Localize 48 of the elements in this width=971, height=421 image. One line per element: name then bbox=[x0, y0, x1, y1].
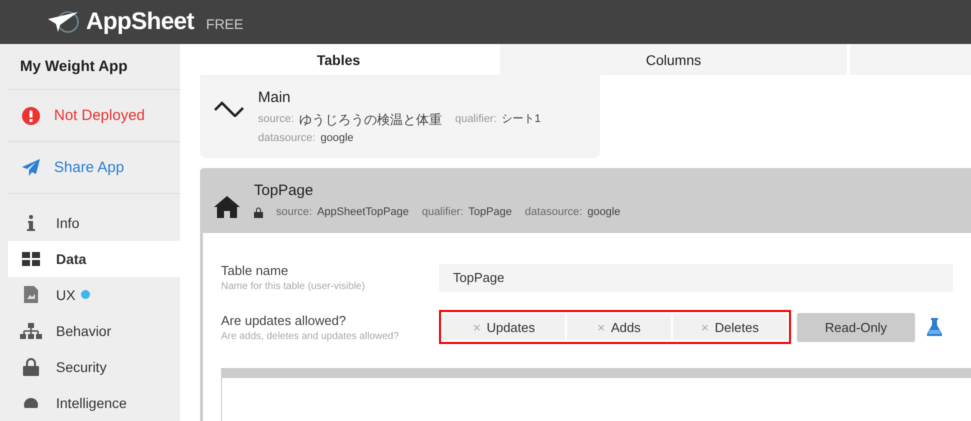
sidebar-item[interactable]: Behavior bbox=[8, 312, 180, 349]
toggle-option[interactable]: × Deletes bbox=[673, 314, 787, 340]
toggle-option[interactable]: × Adds bbox=[567, 314, 671, 340]
qualifier-value: TopPage bbox=[468, 205, 512, 220]
datasource-value: google bbox=[587, 205, 620, 220]
share-app-link[interactable]: Share App bbox=[54, 159, 124, 176]
source-label: source: bbox=[276, 205, 312, 220]
info-icon bbox=[27, 214, 35, 231]
paper-plane-logo-icon bbox=[48, 11, 80, 33]
field-hint: Are adds, deletes and updates allowed? bbox=[221, 330, 400, 342]
lock-icon bbox=[23, 358, 39, 376]
datasource-label: datasource: bbox=[258, 131, 316, 146]
sidebar-item[interactable]: Data bbox=[8, 240, 180, 277]
brand-name: AppSheet bbox=[86, 8, 194, 36]
table-name: Main bbox=[258, 89, 292, 106]
read-only-button[interactable]: Read-Only bbox=[797, 312, 915, 342]
sidebar-item[interactable]: Intelligence bbox=[8, 384, 180, 421]
source-value: AppSheetTopPage bbox=[317, 205, 409, 220]
hierarchy-icon bbox=[20, 322, 42, 339]
home-icon bbox=[214, 196, 240, 218]
sidebar-item[interactable]: UX bbox=[8, 276, 180, 313]
sidebar-item[interactable]: Security bbox=[8, 348, 180, 385]
source-label: source: bbox=[258, 112, 294, 127]
table-name-field[interactable]: TopPage bbox=[439, 264, 953, 292]
field-label: Table name bbox=[221, 263, 290, 278]
datasource-value: google bbox=[320, 131, 354, 146]
plan-label: FREE bbox=[206, 16, 244, 32]
bulb-icon bbox=[24, 398, 38, 408]
tab[interactable]: Columns bbox=[500, 44, 847, 75]
table-name: TopPage bbox=[254, 182, 314, 199]
alert-icon bbox=[22, 106, 40, 125]
source-value: ゆうじろうの検温と体重 bbox=[299, 111, 442, 129]
image-file-icon bbox=[24, 286, 38, 304]
zigzag-icon bbox=[214, 101, 244, 117]
deploy-status-link[interactable]: Not Deployed bbox=[54, 107, 145, 124]
paper-plane-icon bbox=[22, 159, 40, 176]
grid-icon bbox=[22, 252, 40, 266]
field-label: Are updates allowed? bbox=[221, 312, 348, 328]
datasource-label: datasource: bbox=[524, 205, 582, 220]
table-card[interactable] bbox=[200, 168, 971, 421]
sidebar-item[interactable]: Info bbox=[8, 204, 180, 241]
table-card[interactable]: Main source: ゆうじろうの検温と体重 qualifier: シート1 datasource: google bbox=[200, 75, 600, 158]
field-hint: Name for this table (user-visible) bbox=[221, 281, 366, 292]
flask-icon[interactable] bbox=[927, 318, 942, 336]
qualifier-label: qualifier: bbox=[422, 205, 464, 220]
qualifier-label: qualifier: bbox=[455, 112, 497, 127]
qualifier-value: シート1 bbox=[502, 112, 541, 127]
toggle-option[interactable]: × Updates bbox=[443, 314, 565, 340]
